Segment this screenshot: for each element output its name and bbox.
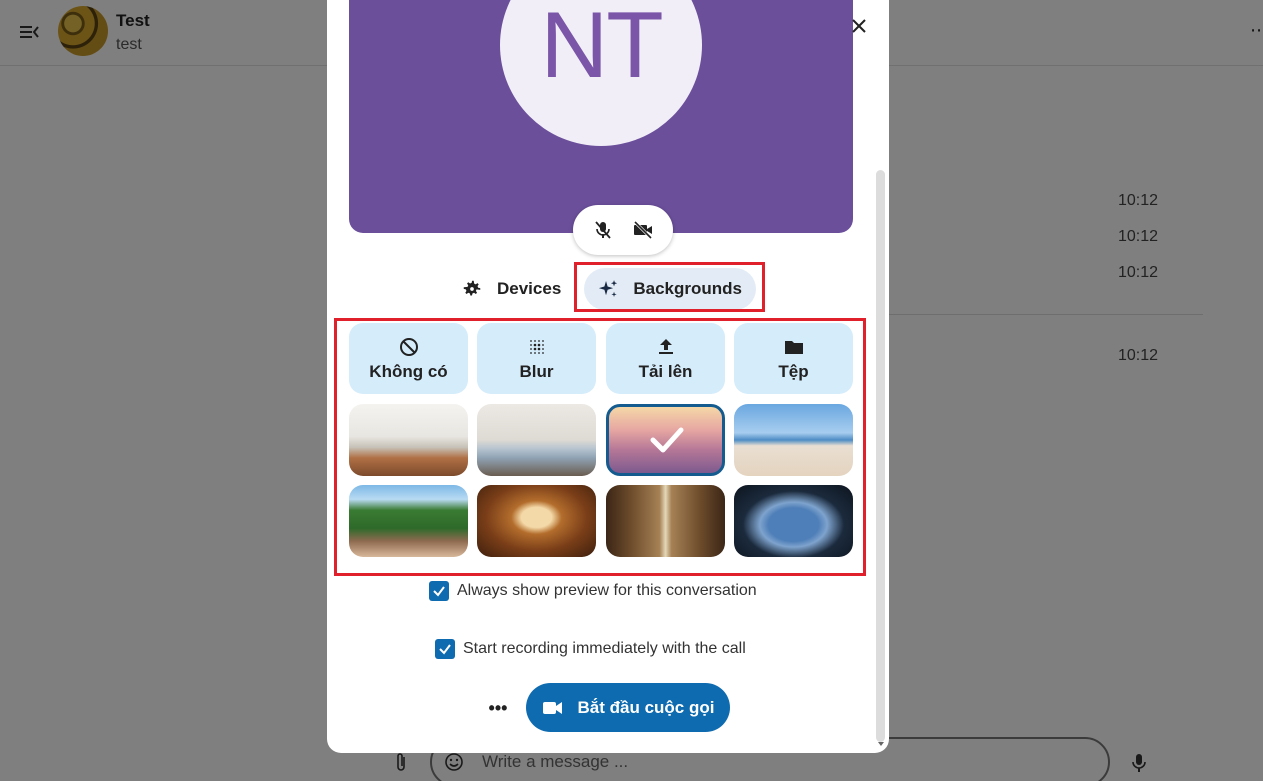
video-camera-icon: [542, 701, 562, 714]
preview-avatar: NT: [500, 0, 702, 146]
tab-devices[interactable]: Devices: [449, 268, 573, 310]
gear-icon: [463, 280, 481, 296]
start-recording-option[interactable]: Start recording immediately with the cal…: [435, 639, 746, 659]
close-icon[interactable]: [847, 14, 871, 38]
scrollbar[interactable]: [876, 170, 885, 742]
always-show-preview-option[interactable]: Always show preview for this conversatio…: [429, 581, 757, 601]
scroll-down-icon[interactable]: [877, 740, 885, 748]
tab-devices-label: Devices: [497, 279, 562, 298]
camera-off-icon[interactable]: [632, 219, 654, 241]
always-show-preview-label: Always show preview for this conversatio…: [457, 582, 757, 599]
more-actions-button[interactable]: •••: [485, 695, 511, 721]
start-recording-label: Start recording immediately with the cal…: [463, 640, 746, 657]
video-preview: NT: [349, 0, 853, 255]
highlight-box-grid: [334, 318, 866, 576]
mute-microphone-icon[interactable]: [592, 219, 614, 241]
checkbox-checked-icon[interactable]: [429, 581, 449, 601]
start-call-label: Bắt đầu cuộc gọi: [577, 697, 715, 717]
highlight-box-tab: [574, 262, 765, 312]
call-preview-dialog: NT Devices Backgrounds Không có Blur Tải…: [327, 0, 889, 753]
start-call-button[interactable]: Bắt đầu cuộc gọi: [526, 683, 730, 732]
checkbox-checked-icon[interactable]: [435, 639, 455, 659]
media-controls: [573, 205, 673, 255]
avatar-initials: NT: [540, 0, 663, 97]
